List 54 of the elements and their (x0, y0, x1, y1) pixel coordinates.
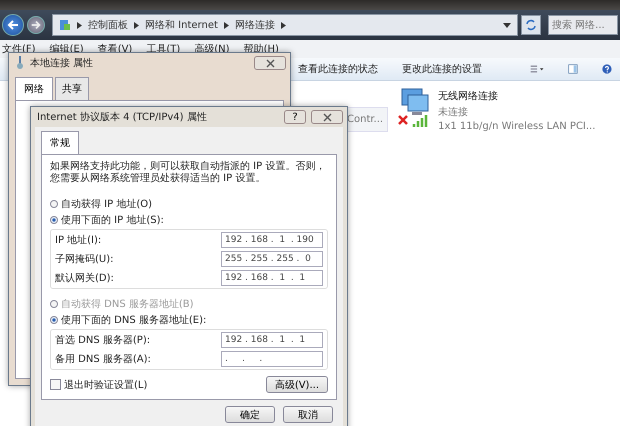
forward-arrow-icon (30, 19, 42, 31)
radio-option[interactable]: 使用下面的 DNS 服务器地址(E): (50, 313, 206, 327)
ip-address-field[interactable]: 255 . 255 . 255 . 0 (221, 251, 323, 267)
ip-address-field[interactable]: 192 . 168 . 1 . 1 (221, 332, 323, 348)
chevron-icon (280, 22, 286, 28)
dialog-title: 本地连接 属性 (30, 56, 94, 70)
tab[interactable]: 网络 (15, 77, 53, 100)
control-panel-icon (59, 18, 71, 32)
ip-address-field[interactable]: . . . (221, 351, 323, 367)
connection-name: 无线网络连接 (438, 90, 500, 103)
connection-status: 未连接 (438, 106, 470, 119)
back-button[interactable] (2, 14, 24, 36)
close-button[interactable] (254, 56, 286, 70)
chevron-icon (77, 22, 82, 28)
dialog-title: Internet 协议版本 4 (TCP/IPv4) 属性 (37, 110, 207, 124)
close-button[interactable] (311, 110, 343, 124)
chevron-icon (224, 22, 229, 28)
advanced-button[interactable]: 高级(V)... (266, 376, 328, 393)
back-arrow-icon (6, 18, 20, 32)
tab[interactable]: 常规 (41, 131, 79, 154)
field-label: 备用 DNS 服务器(A): (55, 353, 151, 366)
breadcrumb-item[interactable]: 控制面板 (88, 18, 128, 32)
adapter-name: Contr... (347, 114, 384, 125)
ip-address-field[interactable]: 192 . 168 . 1 . 1 (221, 270, 323, 286)
close-icon (266, 58, 274, 68)
radio-option[interactable]: 使用下面的 IP 地址(S): (50, 213, 164, 227)
dialog-button[interactable]: 确定 (225, 406, 275, 423)
field-label: IP 地址(I): (55, 234, 102, 247)
tab[interactable]: 共享 (55, 77, 89, 100)
toolbar-command[interactable]: 查看此连接的状态 (298, 62, 378, 76)
toolbar-command[interactable]: 更改此连接的设置 (402, 62, 482, 76)
help-button[interactable]: ? (284, 110, 306, 124)
breadcrumb-item[interactable]: 网络连接 (234, 18, 275, 32)
dropdown-caret-icon[interactable] (503, 22, 511, 28)
address-bar[interactable]: 控制面板 网络和 Internet 网络连接 (52, 14, 518, 36)
radio-option[interactable]: 自动获得 IP 地址(O) (50, 197, 152, 211)
description-text: 如果网络支持此功能，则可以获取自动指派的 IP 设置。否则，您需要从网络系统管理员处获得适当的 IP 设置。 (50, 161, 326, 185)
help-icon[interactable] (602, 62, 612, 76)
chevron-icon (134, 22, 139, 28)
preview-pane-icon[interactable] (568, 62, 578, 76)
forward-button[interactable] (27, 16, 45, 34)
dialog-button[interactable]: 取消 (283, 406, 333, 423)
search-field[interactable]: 搜索 网络... (548, 15, 618, 35)
verify-checkbox[interactable]: 退出时验证设置(L) (50, 378, 148, 392)
field-label: 默认网关(D): (55, 272, 114, 285)
refresh-button[interactable] (521, 15, 541, 35)
field-label: 子网掩码(U): (55, 253, 114, 266)
breadcrumb-item[interactable]: 网络和 Internet (145, 18, 218, 32)
adapter-name: 1x1 11b/g/n Wireless LAN PCI... (438, 121, 596, 132)
ip-address-field[interactable]: 192 . 168 . 1 . 190 (221, 232, 323, 248)
network-adapter-icon (15, 56, 25, 70)
field-label: 首选 DNS 服务器(P): (55, 334, 150, 347)
refresh-icon (525, 19, 537, 31)
close-icon (322, 112, 332, 122)
